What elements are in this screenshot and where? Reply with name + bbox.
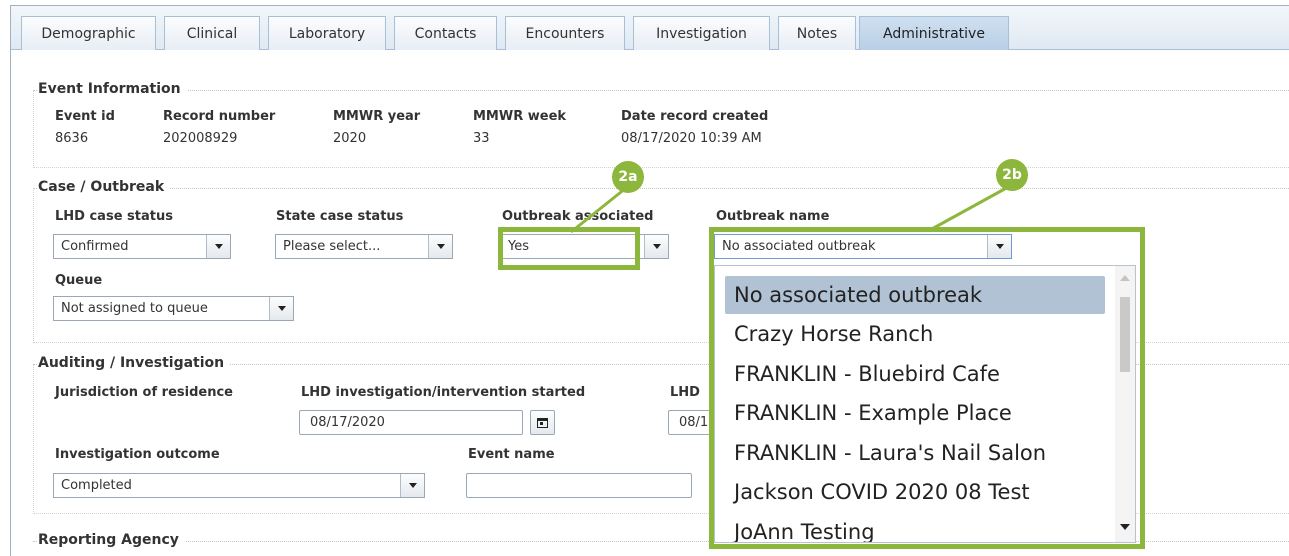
leader-line-2a xyxy=(570,186,627,234)
callout-badge-2b: 2b xyxy=(996,159,1028,191)
leader-line-2b xyxy=(929,184,1011,232)
callout-leader-lines xyxy=(570,184,1011,234)
callout-badge-2a: 2a xyxy=(612,161,644,193)
